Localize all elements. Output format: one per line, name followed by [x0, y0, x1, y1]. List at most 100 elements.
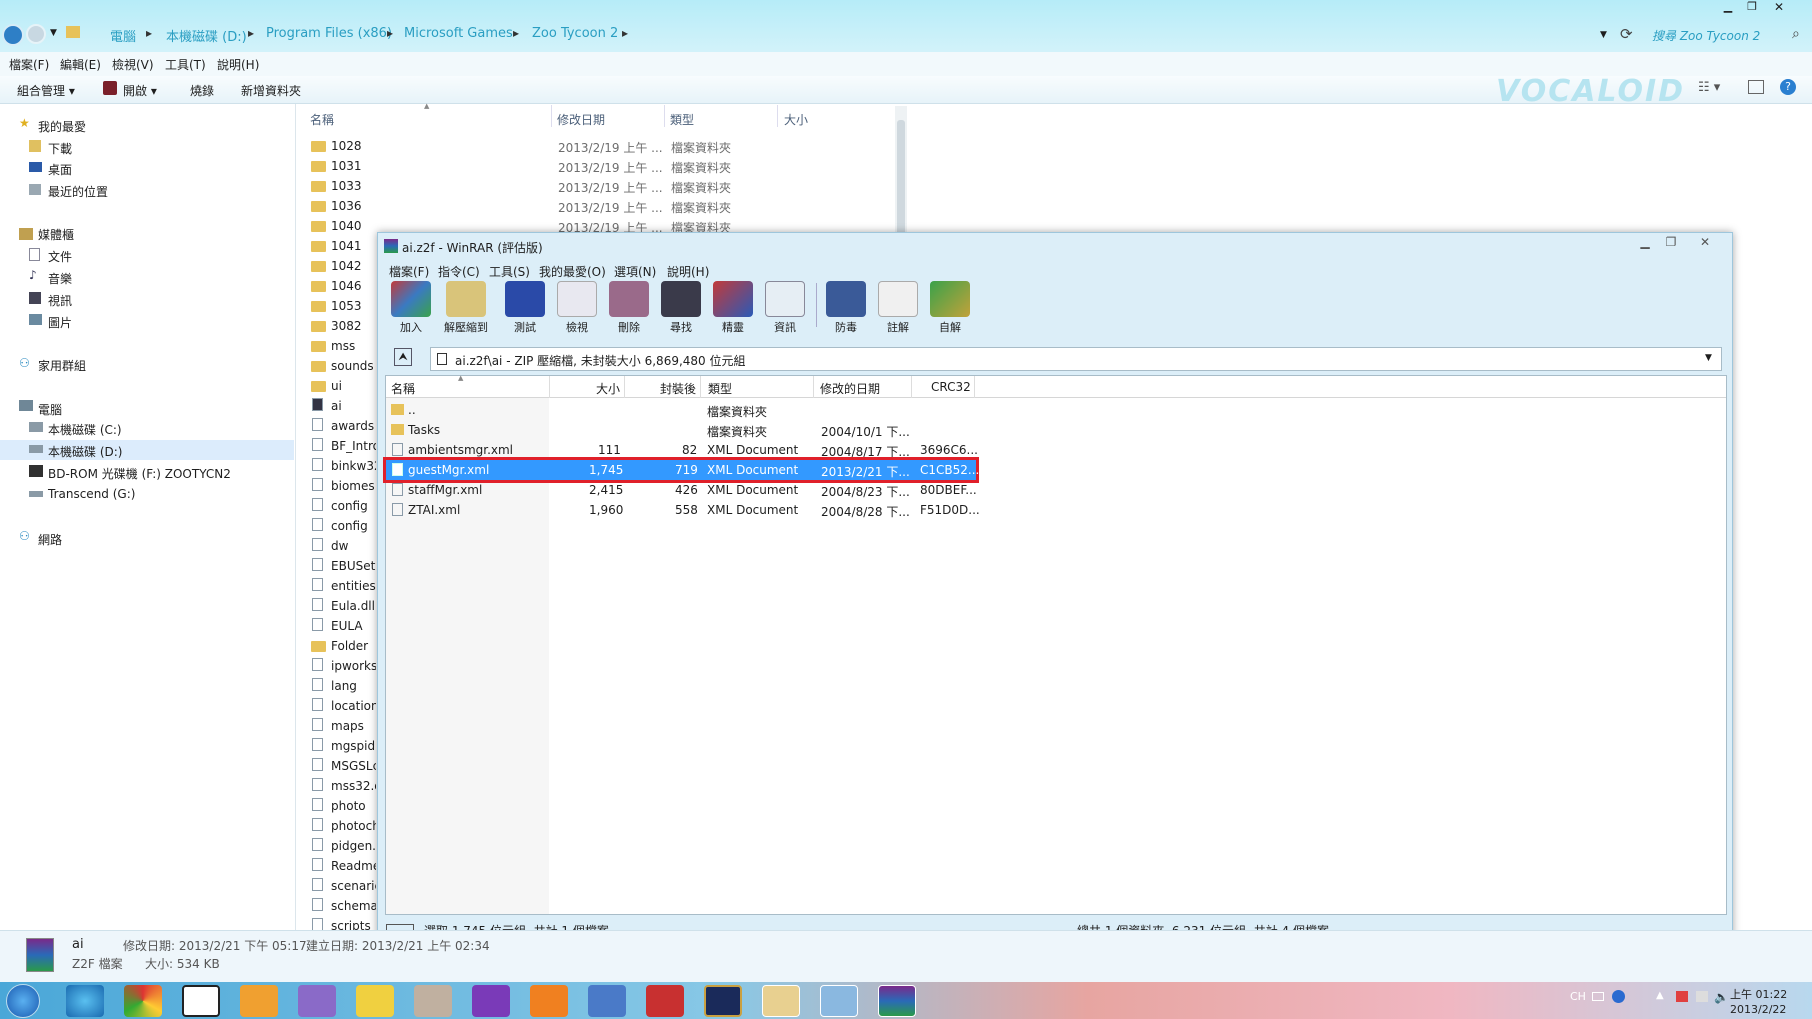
file-name[interactable]: Folder	[331, 639, 376, 653]
file-name[interactable]: dw	[331, 539, 376, 553]
file-name[interactable]: mss	[331, 339, 376, 353]
breadcrumb-program-files[interactable]: Program Files (x86)	[266, 26, 392, 41]
rar-column-packed[interactable]: 封裝後	[660, 380, 696, 397]
file-name[interactable]: Eula.dll	[331, 599, 376, 613]
delete-button[interactable]: 刪除	[604, 281, 654, 335]
breadcrumb-drive-d[interactable]: 本機磁碟 (D:)	[166, 26, 247, 45]
open-button[interactable]: 開啟 ▾	[123, 82, 157, 99]
wizard-button[interactable]: 精靈	[708, 281, 758, 335]
start-button[interactable]	[6, 984, 40, 1018]
file-name[interactable]: 1036	[331, 199, 376, 213]
tray-flag-icon[interactable]	[1676, 991, 1688, 1002]
file-name[interactable]: 1028	[331, 139, 376, 153]
file-name[interactable]: 1033	[331, 179, 376, 193]
path-dropdown-icon[interactable]: ▼	[1705, 353, 1712, 363]
file-name[interactable]: 1031	[331, 159, 376, 173]
search-icon[interactable]: ⌕	[1792, 26, 1800, 42]
help-icon[interactable]: ?	[1780, 79, 1796, 95]
nav-favorites[interactable]: 我的最愛	[38, 118, 86, 135]
nav-drive-c[interactable]: 本機磁碟 (C:)	[48, 421, 122, 438]
language-indicator[interactable]: CH	[1570, 990, 1586, 1003]
nav-drive-f[interactable]: BD-ROM 光碟機 (F:) ZOOTYCN2	[48, 465, 231, 482]
rar-column-modified[interactable]: 修改的日期	[820, 380, 880, 397]
file-name[interactable]: entities	[331, 579, 376, 593]
file-name[interactable]: 1042	[331, 259, 376, 273]
file-name[interactable]: ipworks	[331, 659, 376, 673]
refresh-icon[interactable]: ⟳	[1620, 25, 1633, 43]
file-name[interactable]: scenaric	[331, 879, 376, 893]
nav-network[interactable]: 網路	[38, 531, 62, 548]
file-name[interactable]: 1053	[331, 299, 376, 313]
comment-button[interactable]: 註解	[873, 281, 923, 335]
forward-button[interactable]	[26, 24, 46, 44]
file-name[interactable]: photo	[331, 799, 376, 813]
winrar-minimize-button[interactable]: ▁	[1632, 233, 1658, 251]
nav-computer[interactable]: 電腦	[38, 401, 62, 418]
file-name[interactable]: 1041	[331, 239, 376, 253]
view-options-icon[interactable]: ☷ ▾	[1698, 80, 1720, 95]
scrollbar-thumb[interactable]	[897, 120, 905, 250]
file-name[interactable]: 3082	[331, 319, 376, 333]
table-row[interactable]: ambientsmgr.xml 111 82 XML Document 2004…	[386, 440, 978, 460]
test-button[interactable]: 測試	[500, 281, 550, 335]
recent-pages-icon[interactable]: ▼	[50, 28, 57, 38]
taskbar-yahoo-icon[interactable]	[472, 985, 510, 1017]
table-row-selected[interactable]: guestMgr.xml 1,745 719 XML Document 2013…	[383, 457, 979, 483]
taskbar-moon-icon[interactable]	[588, 985, 626, 1017]
archive-path-field[interactable]: ai.z2f\ai - ZIP 壓縮檔, 未封裝大小 6,869,480 位元組…	[430, 347, 1722, 371]
rar-column-size[interactable]: 大小	[596, 380, 620, 397]
taskbar-ie-icon[interactable]	[66, 985, 104, 1017]
file-name[interactable]: mgspid.	[331, 739, 376, 753]
breadcrumb-separator-icon[interactable]: ▸	[146, 26, 152, 40]
taskbar-7zip-icon[interactable]	[182, 985, 220, 1017]
column-type[interactable]: 類型	[670, 111, 694, 128]
taskbar-avatar-icon[interactable]	[646, 985, 684, 1017]
breadcrumb-separator-icon[interactable]: ▸	[622, 26, 628, 40]
clock-date[interactable]: 2013/2/22	[1730, 1003, 1786, 1016]
burn-button[interactable]: 燒錄	[190, 82, 214, 99]
nav-pictures[interactable]: 圖片	[48, 314, 72, 331]
taskbar-game-icon[interactable]	[704, 985, 742, 1017]
file-name[interactable]: pidgen.	[331, 839, 376, 853]
file-name[interactable]: sounds	[331, 359, 376, 373]
file-name[interactable]: lang	[331, 679, 376, 693]
close-button[interactable]: ✕	[1764, 0, 1794, 16]
winrar-menu-commands[interactable]: 指令(C)	[438, 263, 480, 280]
breadcrumb-computer[interactable]: 電腦	[110, 26, 136, 45]
file-name[interactable]: ui	[331, 379, 376, 393]
file-name[interactable]: maps	[331, 719, 376, 733]
table-row[interactable]: .. 檔案資料夾	[386, 400, 976, 420]
find-button[interactable]: 尋找	[656, 281, 706, 335]
file-name[interactable]: EBUSetu	[331, 559, 376, 573]
nav-desktop[interactable]: 桌面	[48, 161, 72, 178]
nav-videos[interactable]: 視訊	[48, 292, 72, 309]
file-name[interactable]: binkw32	[331, 459, 376, 473]
minimize-button[interactable]: ▁	[1716, 0, 1740, 16]
file-name[interactable]: config	[331, 499, 376, 513]
rar-column-name[interactable]: 名稱	[391, 380, 415, 397]
menu-tools[interactable]: 工具(T)	[165, 56, 206, 73]
file-name[interactable]: Readme	[331, 859, 376, 873]
winrar-menu-help[interactable]: 說明(H)	[667, 263, 709, 280]
winrar-maximize-button[interactable]: ❐	[1658, 233, 1684, 251]
up-folder-button[interactable]: ⮝	[394, 348, 412, 366]
menu-file[interactable]: 檔案(F)	[9, 56, 49, 73]
breadcrumb-separator-icon[interactable]: ▸	[248, 26, 254, 40]
address-dropdown-icon[interactable]: ▼	[1600, 30, 1607, 40]
winrar-menu-file[interactable]: 檔案(F)	[389, 263, 429, 280]
taskbar-paint-icon[interactable]	[820, 985, 858, 1017]
taskbar-media-icon[interactable]	[414, 985, 452, 1017]
winrar-menu-favorites[interactable]: 我的最愛(O)	[539, 263, 606, 280]
nav-homegroup[interactable]: 家用群組	[38, 357, 86, 374]
column-name[interactable]: 名稱	[310, 111, 334, 128]
sfx-button[interactable]: 自解	[925, 281, 975, 335]
nav-drive-g[interactable]: Transcend (G:)	[48, 487, 135, 501]
file-name[interactable]: MSGSLc	[331, 759, 376, 773]
file-name[interactable]: EULA	[331, 619, 376, 633]
winrar-menu-options[interactable]: 選項(N)	[614, 263, 656, 280]
nav-recent[interactable]: 最近的位置	[48, 183, 108, 200]
table-row[interactable]: staffMgr.xml 2,415 426 XML Document 2004…	[386, 480, 977, 500]
nav-downloads[interactable]: 下載	[48, 140, 72, 157]
info-button[interactable]: 資訊	[760, 281, 810, 335]
winrar-menu-tools[interactable]: 工具(S)	[489, 263, 530, 280]
